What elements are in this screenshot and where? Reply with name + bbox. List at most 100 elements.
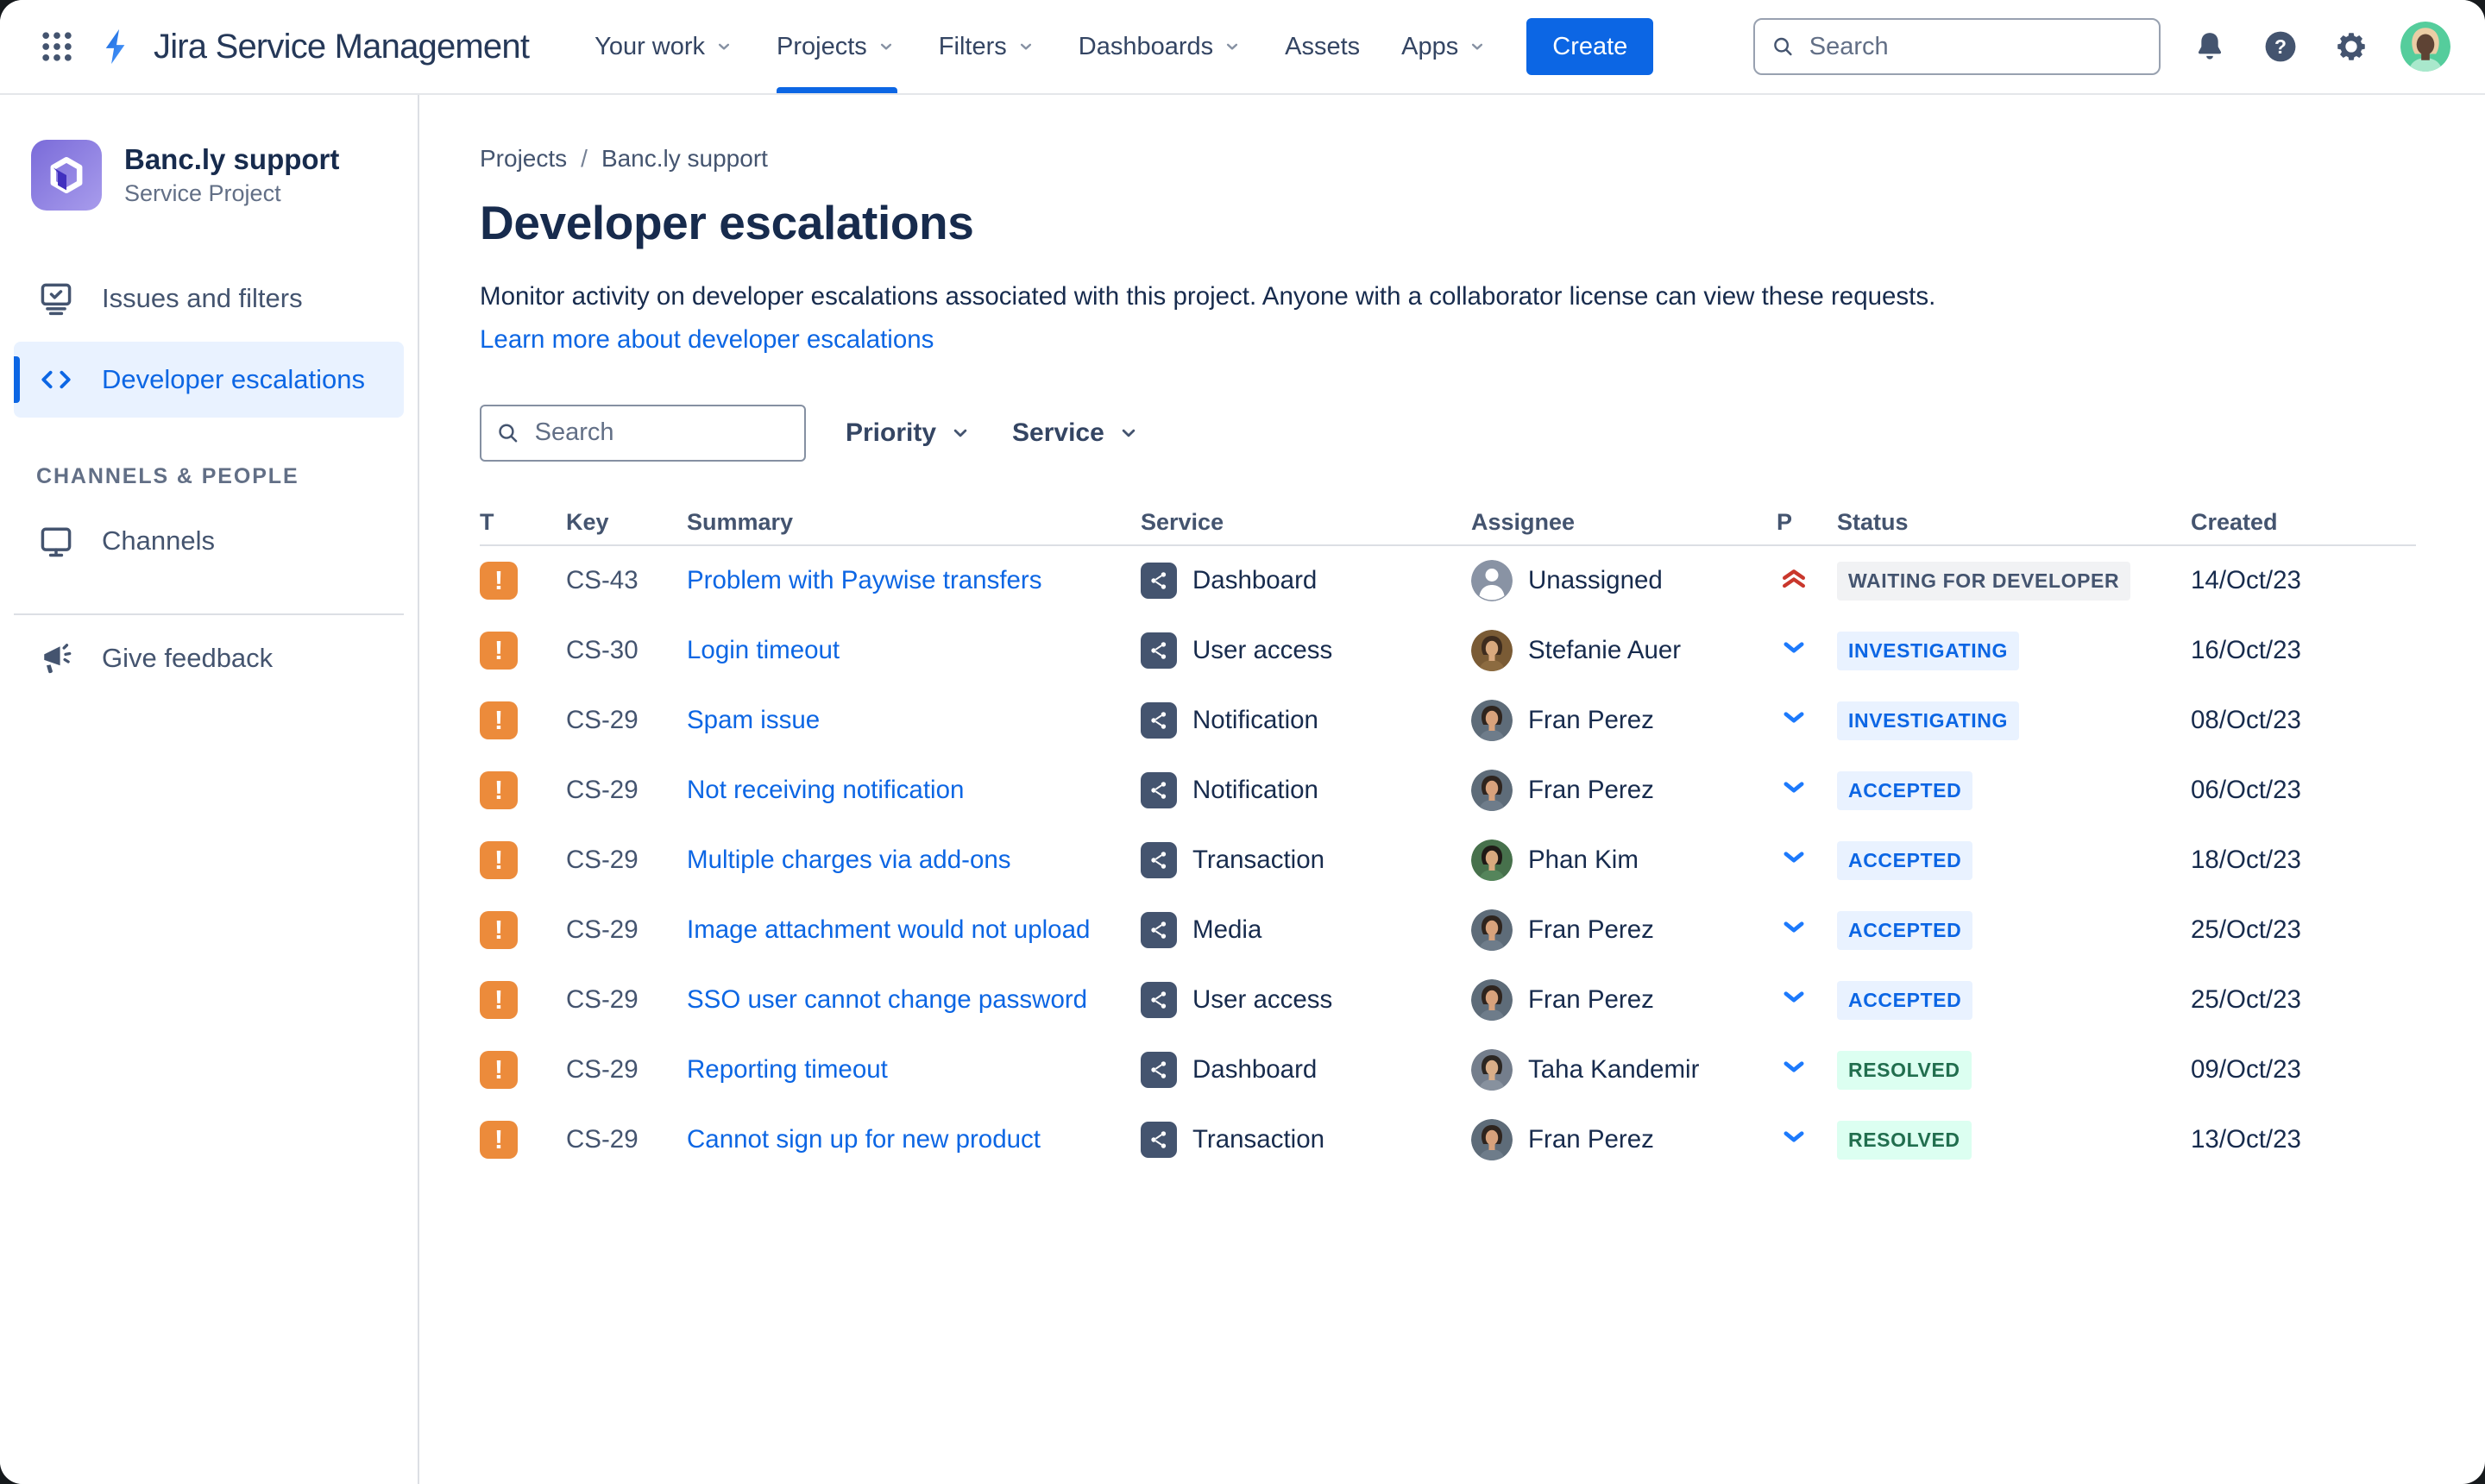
sidebar-item-issues-and-filters[interactable]: Issues and filters [14, 261, 404, 336]
escalations-table: T Key Summary Service Assignee P Status … [480, 501, 2416, 1175]
assignee-name: Stefanie Auer [1528, 636, 1682, 665]
issue-key: CS-29 [566, 706, 639, 735]
app-title: Jira Service Management [154, 27, 530, 66]
learn-more-link[interactable]: Learn more about developer escalations [480, 325, 934, 355]
jira-window: Jira Service Management Your work Projec… [0, 0, 2485, 1484]
primary-nav: Your work Projects Filters Dashboards As… [574, 0, 1654, 93]
table-row: ! CS-29 Spam issue Notification Fran Per… [480, 686, 2416, 756]
assignee-name: Fran Perez [1528, 1125, 1654, 1154]
chevron-down-icon [880, 43, 891, 50]
incident-type-icon: ! [480, 771, 518, 810]
nav-your-work[interactable]: Your work [574, 0, 756, 93]
priority-low-icon [1777, 700, 1811, 734]
issue-summary-link[interactable]: Cannot sign up for new product [687, 1125, 1041, 1154]
sidebar-item-developer-escalations[interactable]: Developer escalations [14, 342, 404, 418]
sidebar-item-channels[interactable]: Channels [14, 503, 404, 579]
incident-type-icon: ! [480, 632, 518, 670]
sidebar-nav: Issues and filters Developer escalations [0, 261, 418, 418]
page-title: Developer escalations [480, 196, 974, 249]
sidebar-item-label: Issues and filters [102, 283, 303, 313]
issue-key: CS-29 [566, 846, 639, 875]
table-search-input[interactable] [532, 418, 790, 449]
monitor-icon [36, 522, 76, 560]
issue-summary-link[interactable]: Spam issue [687, 706, 820, 734]
breadcrumb-projects-link[interactable]: Projects [480, 145, 567, 173]
user-avatar[interactable] [2400, 22, 2450, 72]
notifications-bell-icon[interactable] [2188, 25, 2231, 68]
table-row: ! CS-29 Not receiving notification Notif… [480, 756, 2416, 826]
assignee-avatar [1471, 560, 1513, 602]
service-name: User access [1192, 985, 1333, 1015]
help-icon[interactable]: ? [2259, 25, 2302, 68]
incident-type-icon: ! [480, 1121, 518, 1160]
service-filter-dropdown[interactable]: Service [1012, 418, 1141, 448]
project-name: Banc.ly support [124, 143, 340, 175]
priority-low-icon [1777, 1049, 1811, 1084]
created-date: 09/Oct/23 [2191, 1055, 2301, 1085]
issue-key: CS-29 [566, 1055, 639, 1085]
assignee-name: Phan Kim [1528, 846, 1639, 875]
nav-label: Assets [1285, 32, 1361, 60]
page-description: Monitor activity on developer escalation… [480, 281, 1936, 311]
assignee-avatar [1471, 770, 1513, 812]
assignee-avatar [1471, 979, 1513, 1022]
chevron-down-icon [1472, 43, 1483, 50]
chevron-down-icon [1122, 429, 1136, 437]
incident-type-icon: ! [480, 562, 518, 601]
issue-key: CS-29 [566, 915, 639, 945]
priority-low-icon [1777, 630, 1811, 664]
priority-filter-label: Priority [846, 418, 937, 447]
assignee-name: Fran Perez [1528, 915, 1654, 945]
incident-type-icon: ! [480, 841, 518, 880]
service-name: Dashboard [1192, 566, 1318, 595]
issue-summary-link[interactable]: Image attachment would not upload [687, 915, 1090, 944]
created-date: 16/Oct/23 [2191, 636, 2301, 665]
nav-label: Apps [1401, 32, 1459, 60]
column-header-priority: P [1777, 509, 1793, 536]
nav-dashboards[interactable]: Dashboards [1058, 0, 1264, 93]
assignee-avatar [1471, 700, 1513, 742]
sidebar-item-give-feedback[interactable]: Give feedback [14, 620, 404, 696]
priority-low-icon [1777, 909, 1811, 944]
service-share-icon [1141, 1122, 1177, 1159]
priority-low-icon [1777, 1119, 1811, 1154]
issue-summary-link[interactable]: Login timeout [687, 636, 840, 664]
settings-gear-icon[interactable] [2330, 25, 2373, 68]
table-row: ! CS-29 Cannot sign up for new product T… [480, 1105, 2416, 1175]
global-search[interactable] [1753, 18, 2161, 75]
top-bar: Jira Service Management Your work Projec… [0, 0, 2485, 95]
nav-apps[interactable]: Apps [1381, 0, 1509, 93]
app-switcher-icon[interactable] [35, 24, 79, 69]
nav-assets[interactable]: Assets [1264, 0, 1381, 93]
global-search-input[interactable] [1807, 31, 2143, 62]
issue-summary-link[interactable]: SSO user cannot change password [687, 985, 1087, 1014]
breadcrumb-project-link[interactable]: Banc.ly support [601, 145, 768, 173]
issue-summary-link[interactable]: Multiple charges via add-ons [687, 846, 1011, 874]
status-badge: RESOLVED [1837, 1120, 1972, 1160]
table-search[interactable] [480, 404, 806, 462]
issues-queue-icon [36, 280, 76, 318]
sidebar-nav-feedback: Give feedback [0, 620, 418, 696]
service-name: Notification [1192, 706, 1318, 735]
issue-summary-link[interactable]: Reporting timeout [687, 1055, 888, 1084]
sidebar-item-label: Channels [102, 525, 215, 556]
top-bar-right: ? [1753, 18, 2450, 75]
column-header-key: Key [566, 509, 609, 536]
table-row: ! CS-29 Multiple charges via add-ons Tra… [480, 826, 2416, 896]
incident-type-icon: ! [480, 701, 518, 740]
sidebar-nav-channels: Channels [0, 503, 418, 579]
breadcrumb: Projects / Banc.ly support [480, 145, 2416, 173]
create-button[interactable]: Create [1526, 18, 1654, 75]
status-badge: INVESTIGATING [1837, 631, 2019, 670]
assignee-avatar [1471, 1049, 1513, 1091]
table-row: ! CS-29 Image attachment would not uploa… [480, 896, 2416, 965]
brand: Jira Service Management [35, 24, 530, 69]
issue-summary-link[interactable]: Not receiving notification [687, 776, 964, 804]
nav-filters[interactable]: Filters [918, 0, 1058, 93]
service-filter-label: Service [1012, 418, 1104, 447]
nav-projects[interactable]: Projects [756, 0, 918, 93]
jira-logo-icon[interactable] [97, 27, 136, 66]
priority-filter-dropdown[interactable]: Priority [846, 418, 972, 448]
assignee-avatar [1471, 1119, 1513, 1161]
issue-summary-link[interactable]: Problem with Paywise transfers [687, 566, 1042, 594]
